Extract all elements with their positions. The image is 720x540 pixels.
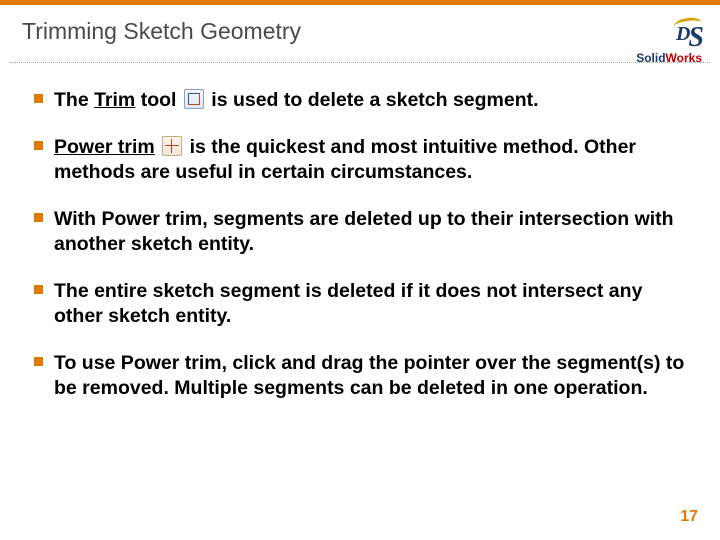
bullet-list: The Trim tool is used to delete a sketch… (30, 88, 690, 401)
logo-works: Works (666, 51, 702, 65)
trim-tool-icon (184, 89, 204, 109)
list-item: The entire sketch segment is deleted if … (30, 279, 690, 329)
slide: Trimming Sketch Geometry DS SolidWorks T… (0, 0, 720, 540)
list-item: The Trim tool is used to delete a sketch… (30, 88, 690, 113)
list-item: To use Power trim, click and drag the po… (30, 351, 690, 401)
text: is used to delete a sketch segment. (206, 89, 539, 111)
title-underline (10, 62, 710, 63)
list-item: With Power trim, segments are deleted up… (30, 207, 690, 257)
text (155, 136, 160, 158)
list-item: Power trim is the quickest and most intu… (30, 135, 690, 185)
trim-term: Trim (94, 89, 135, 111)
content-area: The Trim tool is used to delete a sketch… (30, 88, 690, 423)
text: tool (135, 89, 182, 111)
title-row: Trimming Sketch Geometry (0, 18, 720, 45)
slide-title: Trimming Sketch Geometry (22, 18, 301, 44)
page-number: 17 (680, 508, 698, 526)
power-trim-term: Power trim (54, 136, 155, 158)
ds-mark-icon: DS (636, 24, 702, 52)
text: The (54, 89, 94, 111)
logo-solid: Solid (636, 51, 665, 65)
accent-bar (0, 0, 720, 5)
power-trim-icon (162, 136, 182, 156)
solidworks-logo: DS SolidWorks (636, 24, 702, 66)
